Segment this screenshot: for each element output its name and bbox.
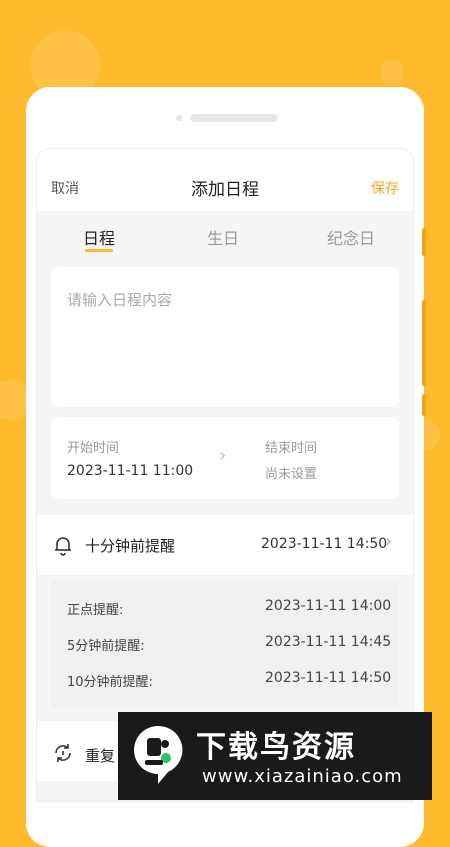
end-time-label: 结束时间 — [265, 441, 318, 456]
tab-schedule[interactable]: 日程 — [59, 225, 139, 249]
page-title: 添加日程 — [191, 180, 259, 200]
reminder-option-label: 5分钟前提醒: — [67, 639, 145, 654]
bg-decoration — [380, 60, 404, 84]
tab-birthday[interactable]: 生日 — [183, 225, 263, 249]
top-bar: 取消 添加日程 保存 — [37, 149, 413, 211]
bird-logo-icon — [128, 722, 188, 784]
reminder-option[interactable]: 5分钟前提醒: 2023-11-11 14:45 — [51, 619, 399, 659]
reminder-row[interactable]: 十分钟前提醒 2023-11-11 14:50 › — [37, 515, 413, 575]
repeat-icon — [51, 741, 75, 765]
watermark-url: www.xiazainiao.com — [202, 766, 403, 787]
reminder-time: 2023-11-11 14:50 — [261, 536, 388, 552]
phone-camera — [176, 115, 182, 121]
repeat-label: 重复 — [85, 747, 116, 765]
tab-active-indicator — [85, 249, 113, 252]
tab-bar: 日程 生日 纪念日 — [37, 211, 413, 263]
end-time-value: 尚未设置 — [265, 467, 318, 482]
chevron-right-icon: › — [385, 531, 393, 552]
chevron-right-icon: › — [219, 445, 227, 466]
save-button[interactable]: 保存 — [371, 178, 399, 198]
phone-speaker — [190, 114, 278, 122]
schedule-content-input[interactable]: 请输入日程内容 — [51, 267, 399, 407]
phone-side-button — [422, 300, 426, 386]
tab-anniversary[interactable]: 纪念日 — [311, 225, 391, 249]
reminder-option[interactable]: 10分钟前提醒: 2023-11-11 14:50 — [51, 659, 399, 699]
reminder-option-label: 10分钟前提醒: — [67, 675, 153, 690]
start-time-label: 开始时间 — [67, 441, 120, 456]
start-time-field[interactable]: 开始时间 2023-11-11 11:00 — [51, 417, 225, 499]
reminder-option-time: 2023-11-11 14:50 — [265, 670, 392, 686]
reminder-option-time: 2023-11-11 14:00 — [265, 598, 392, 614]
reminder-label: 十分钟前提醒 — [85, 537, 176, 555]
phone-side-button — [422, 394, 426, 416]
phone-side-button — [422, 228, 426, 256]
content-placeholder: 请输入日程内容 — [67, 291, 173, 309]
reminder-option[interactable]: 正点提醒: 2023-11-11 14:00 — [51, 579, 399, 619]
watermark-banner: 下载鸟资源 www.xiazainiao.com — [118, 712, 432, 800]
reminder-option-label: 正点提醒: — [67, 603, 124, 618]
time-card: 开始时间 2023-11-11 11:00 › 结束时间 尚未设置 — [51, 417, 399, 499]
app-screen: 取消 添加日程 保存 日程 生日 纪念日 请输入日程内容 开始时间 2023-1… — [36, 148, 414, 802]
watermark-title: 下载鸟资源 — [196, 730, 356, 765]
start-time-value: 2023-11-11 11:00 — [67, 463, 194, 479]
bell-icon — [51, 533, 75, 557]
reminder-option-time: 2023-11-11 14:45 — [265, 634, 392, 650]
end-time-field[interactable]: 结束时间 尚未设置 — [251, 417, 399, 499]
reminder-options-list: 正点提醒: 2023-11-11 14:00 5分钟前提醒: 2023-11-1… — [51, 579, 399, 709]
